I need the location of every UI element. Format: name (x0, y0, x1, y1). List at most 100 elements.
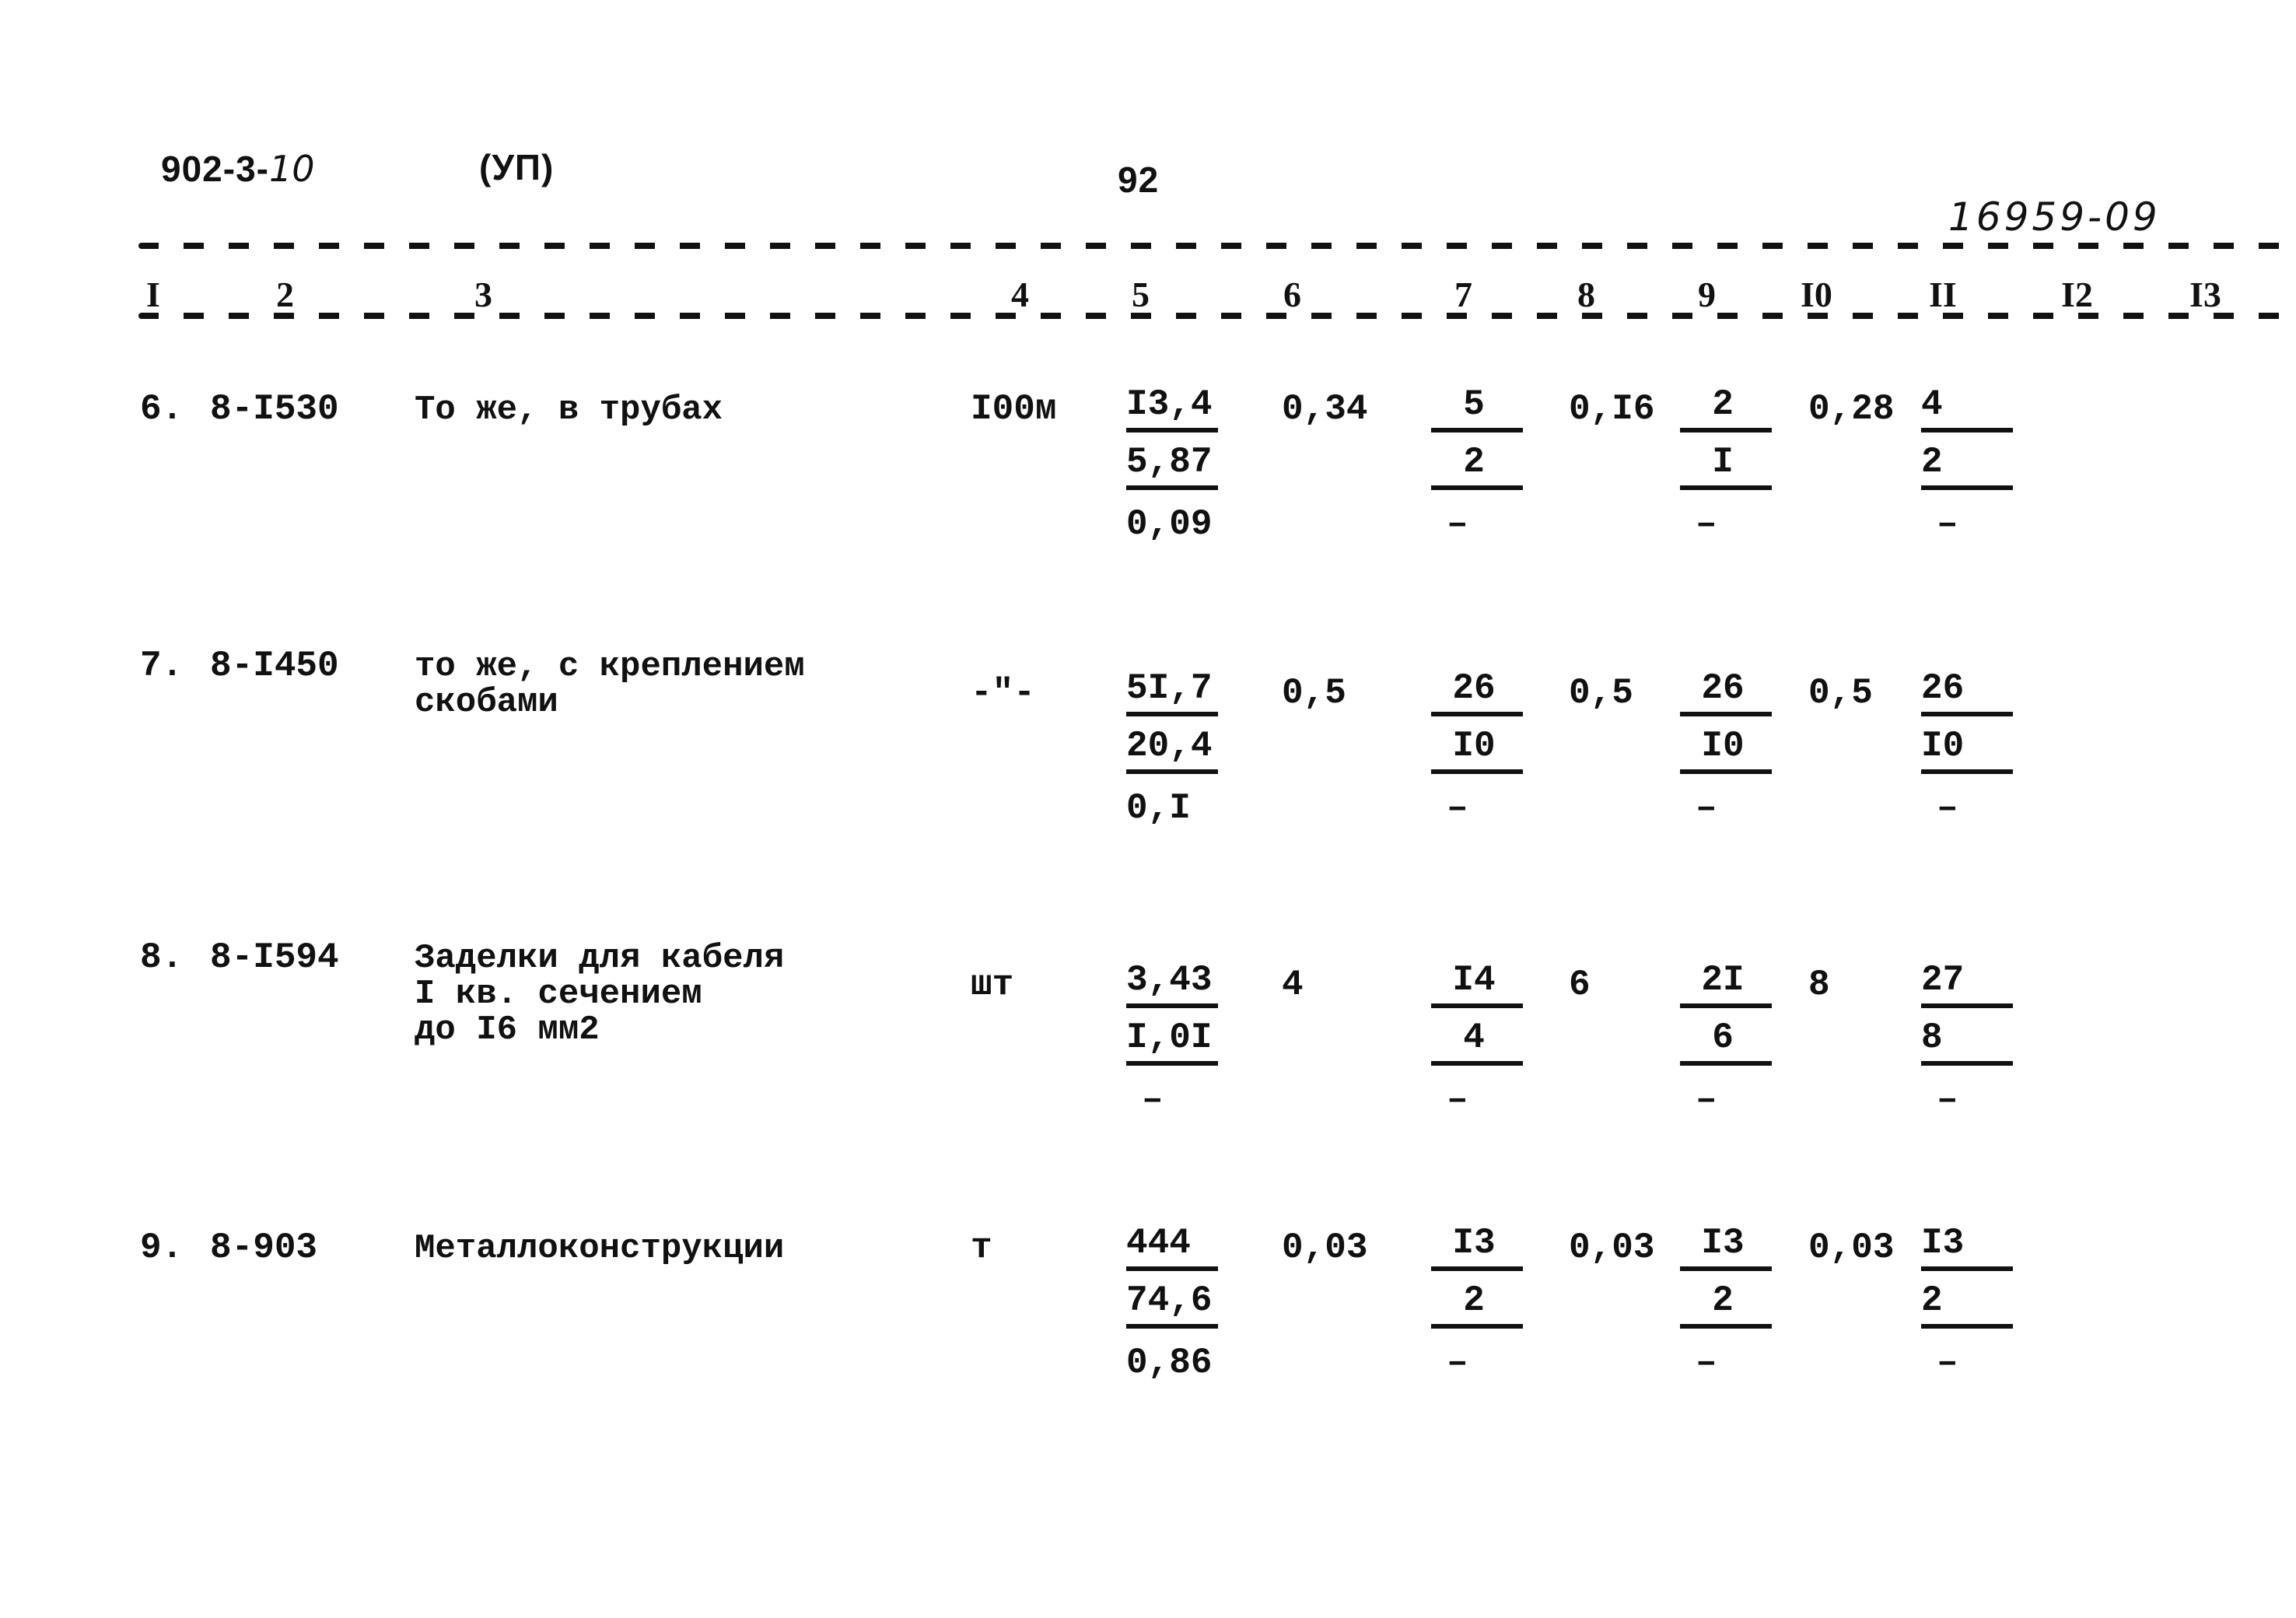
cost-values: I3,4 5,87 0,09 (1126, 381, 1219, 552)
column-number: 5 (1132, 275, 1150, 314)
fraction-denominator: 2 (1431, 1277, 1523, 1329)
description-line: до I6 мм2 (415, 1010, 600, 1049)
coefficient-col10: 0,5 (1808, 673, 1873, 713)
fraction-numerator: 26 (1431, 665, 1523, 716)
row-code: 8-I594 (210, 937, 339, 978)
fraction-denominator: I0 (1680, 723, 1772, 774)
coefficient-col6: 0,34 (1282, 389, 1368, 429)
fraction-numerator: 444 (1126, 1220, 1218, 1271)
values-col11: 4 2 – (1921, 381, 2022, 552)
row-number: 6. (140, 389, 184, 429)
fraction-denominator: 2 (1680, 1277, 1772, 1329)
cost-values: 444 74,6 0,86 (1126, 1220, 1219, 1391)
coefficient-col8: 0,5 (1569, 673, 1633, 713)
cost-values: 5I,7 20,4 0,I (1126, 665, 1219, 836)
fraction-numerator: 5I,7 (1126, 665, 1219, 716)
fraction-denominator: 6 (1680, 1014, 1772, 1066)
fraction-numerator: 27 (1921, 957, 2013, 1008)
column-number: 9 (1698, 275, 1716, 314)
fraction-extra: – (1696, 504, 1717, 545)
coefficient-col10: 0,03 (1808, 1228, 1895, 1268)
fraction-numerator: I4 (1431, 957, 1523, 1008)
fraction-extra: – (1937, 1343, 1958, 1383)
column-number: 2 (276, 275, 294, 314)
column-number: II (1929, 275, 1957, 314)
fraction-extra: – (1447, 1343, 1468, 1383)
values-col7: 5 2 – (1431, 381, 1532, 552)
fraction-numerator: I3 (1431, 1220, 1523, 1271)
fraction-extra: – (1447, 788, 1468, 828)
fraction-denominator: I,0I (1126, 1014, 1219, 1066)
column-number: I3 (2189, 275, 2221, 314)
column-number: 6 (1283, 275, 1301, 314)
fraction-numerator: 2 (1680, 381, 1772, 433)
values-col9: 26 I0 – (1680, 665, 1781, 836)
description-line: Заделки для кабеля (415, 939, 785, 978)
values-col9: 2 I – (1680, 381, 1781, 552)
fraction-numerator: 26 (1680, 665, 1772, 716)
fraction-denominator: 8 (1921, 1014, 2013, 1066)
fraction-denominator: 5,87 (1126, 439, 1219, 490)
values-col9: 2I 6 – (1680, 957, 1781, 1128)
column-number: 7 (1454, 275, 1472, 314)
coefficient-col10: 0,28 (1808, 389, 1895, 429)
description-line: то же, с креплением (415, 647, 805, 686)
fraction-numerator: 5 (1431, 381, 1523, 433)
column-number: 8 (1577, 275, 1595, 314)
row-description: То же, в трубах (415, 392, 723, 428)
column-number: I (146, 275, 160, 314)
row-number: 7. (140, 646, 184, 686)
values-col11: I3 2 – (1921, 1220, 2022, 1391)
coefficient-col10: 8 (1808, 965, 1830, 1005)
fraction-denominator: 4 (1431, 1014, 1523, 1066)
row-unit: шт (971, 965, 1014, 1005)
inventory-number: 16959-09 (1948, 194, 2161, 240)
page-number: 92 (1118, 159, 1160, 200)
fraction-denominator: I0 (1921, 723, 2013, 774)
fraction-numerator: 26 (1921, 665, 2013, 716)
fraction-denominator: 2 (1921, 439, 2013, 490)
fraction-denominator: 2 (1431, 439, 1523, 490)
fraction-extra: – (1447, 1080, 1468, 1120)
fraction-extra: 0,86 (1126, 1343, 1213, 1383)
row-code: 8-903 (210, 1228, 318, 1268)
values-col11: 26 I0 – (1921, 665, 2022, 836)
coefficient-col6: 0,5 (1282, 673, 1346, 713)
row-description: Заделки для кабеля I кв. сечением до I6 мм… (415, 940, 784, 1048)
row-code: 8-I450 (210, 646, 339, 686)
row-number: 9. (140, 1228, 184, 1268)
document-code-prefix: 902-3- (161, 149, 269, 189)
fraction-numerator: I3 (1921, 1220, 2013, 1271)
fraction-extra: – (1447, 504, 1468, 545)
column-number: I2 (2061, 275, 2093, 314)
coefficient-col6: 0,03 (1282, 1228, 1368, 1268)
fraction-denominator: I0 (1431, 723, 1523, 774)
header-divider-bottom (138, 313, 2296, 319)
fraction-extra: – (1937, 788, 1958, 828)
coefficient-col8: 0,03 (1569, 1228, 1655, 1268)
fraction-extra: – (1696, 1080, 1717, 1120)
row-number: 8. (140, 937, 184, 978)
row-description: Металлоконструкции (415, 1231, 784, 1266)
document-code: 902-3-10 (161, 148, 315, 190)
values-col7: 26 I0 – (1431, 665, 1532, 836)
row-unit: -"- (971, 673, 1035, 713)
values-col11: 27 8 – (1921, 957, 2022, 1128)
fraction-extra: 0,I (1126, 788, 1191, 828)
cost-values: 3,43 I,0I – (1126, 957, 1227, 1128)
coefficient-col8: 0,I6 (1569, 389, 1655, 429)
fraction-extra: – (1142, 1080, 1164, 1120)
row-code: 8-I530 (210, 389, 339, 429)
fraction-denominator: 20,4 (1126, 723, 1219, 774)
column-number: 4 (1011, 275, 1029, 314)
description-line: I кв. сечением (415, 975, 702, 1014)
coefficient-col8: 6 (1569, 965, 1591, 1005)
fraction-numerator: I3 (1680, 1220, 1772, 1271)
description-line: скобами (415, 683, 558, 722)
coefficient-col6: 4 (1282, 965, 1304, 1005)
description-line: То же, в трубах (415, 390, 723, 429)
column-number: I0 (1801, 275, 1832, 314)
fraction-extra: – (1696, 1343, 1717, 1383)
section-label: (УП) (479, 147, 555, 187)
fraction-extra: – (1937, 1080, 1958, 1120)
